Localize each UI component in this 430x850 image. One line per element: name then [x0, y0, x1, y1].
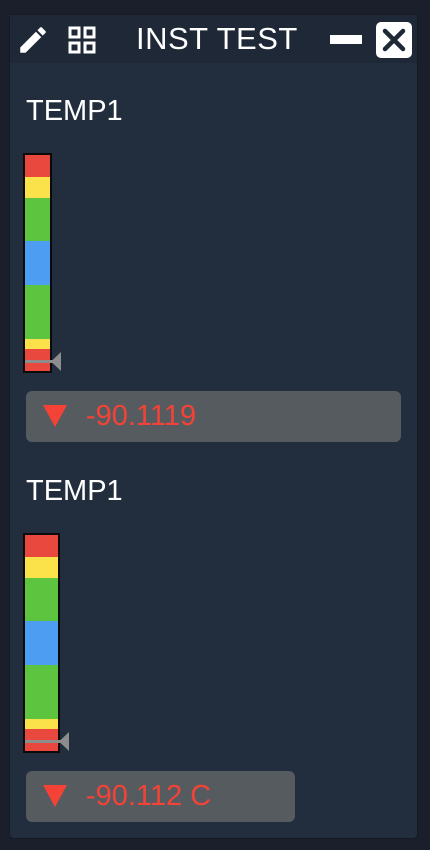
bar-segment-blue — [25, 241, 50, 285]
bar-segment-green-low — [25, 285, 50, 339]
grid-icon[interactable] — [64, 22, 100, 58]
value-display: -90.112 C — [26, 771, 295, 822]
bar-segment-yellow-low — [25, 339, 50, 349]
limits-bar — [23, 533, 60, 753]
widget-label: TEMP1 — [26, 95, 123, 127]
value-text: -90.112 C — [86, 780, 212, 812]
title-bar: INST TEST — [10, 15, 417, 63]
minimize-icon[interactable] — [330, 35, 362, 44]
bar-segment-yellow-high — [25, 557, 58, 578]
instrument-panel: INST TEST TEMP1 -90.1119 TEMP1 -90.112 C — [10, 15, 417, 838]
bar-segment-green-high — [25, 578, 58, 621]
bar-segment-red-high — [25, 155, 50, 177]
bar-segment-yellow-high — [25, 177, 50, 198]
value-text: -90.1119 — [86, 400, 197, 432]
trend-down-icon — [43, 785, 67, 807]
trend-down-icon — [43, 405, 67, 427]
close-icon[interactable] — [376, 22, 412, 58]
pencil-icon[interactable] — [16, 23, 50, 57]
bar-segment-yellow-low — [25, 719, 58, 729]
limits-bar — [23, 153, 52, 373]
bar-segment-green-low — [25, 665, 58, 719]
level-marker — [25, 732, 69, 751]
bar-segment-blue — [25, 621, 58, 665]
widget-label: TEMP1 — [26, 475, 123, 507]
value-display: -90.1119 — [26, 391, 401, 442]
bar-segment-green-high — [25, 198, 50, 241]
bar-segment-red-high — [25, 535, 58, 557]
window-title: INST TEST — [136, 21, 298, 56]
level-marker — [25, 352, 61, 371]
